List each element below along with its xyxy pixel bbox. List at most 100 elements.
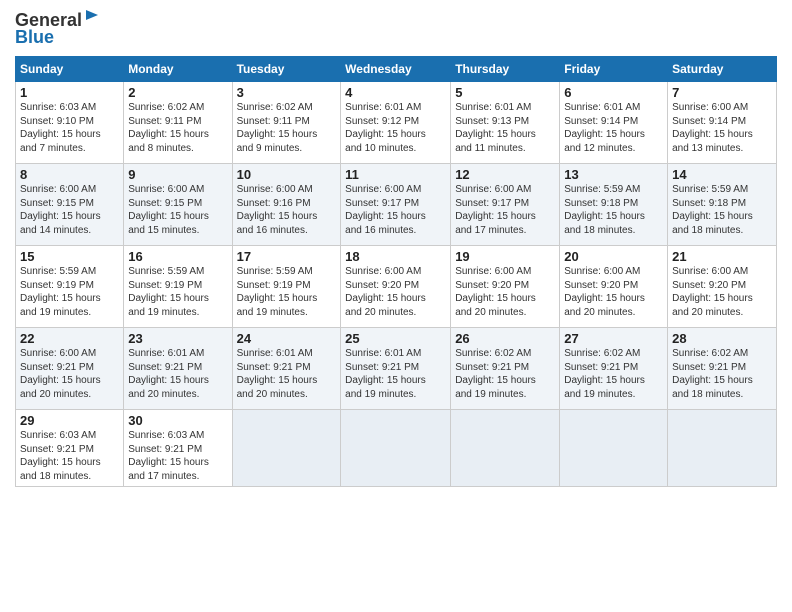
day-number: 28 <box>672 331 772 346</box>
weekday-thursday: Thursday <box>451 57 560 82</box>
day-info: Sunrise: 6:03 AMSunset: 9:21 PMDaylight:… <box>20 429 119 483</box>
weekday-header-row: SundayMondayTuesdayWednesdayThursdayFrid… <box>16 57 777 82</box>
weekday-tuesday: Tuesday <box>232 57 341 82</box>
day-info: Sunrise: 6:01 AMSunset: 9:12 PMDaylight:… <box>345 101 446 155</box>
day-info: Sunrise: 6:00 AMSunset: 9:15 PMDaylight:… <box>20 183 119 237</box>
calendar-cell <box>560 410 668 487</box>
day-info: Sunrise: 6:00 AMSunset: 9:14 PMDaylight:… <box>672 101 772 155</box>
logo: General Blue <box>15 10 100 48</box>
day-number: 2 <box>128 85 227 100</box>
weekday-sunday: Sunday <box>16 57 124 82</box>
calendar-cell: 27Sunrise: 6:02 AMSunset: 9:21 PMDayligh… <box>560 328 668 410</box>
day-info: Sunrise: 6:01 AMSunset: 9:21 PMDaylight:… <box>128 347 227 401</box>
day-number: 15 <box>20 249 119 264</box>
calendar-cell: 18Sunrise: 6:00 AMSunset: 9:20 PMDayligh… <box>341 246 451 328</box>
calendar-cell <box>451 410 560 487</box>
day-info: Sunrise: 6:00 AMSunset: 9:20 PMDaylight:… <box>345 265 446 319</box>
day-number: 8 <box>20 167 119 182</box>
day-number: 11 <box>345 167 446 182</box>
calendar-table: SundayMondayTuesdayWednesdayThursdayFrid… <box>15 56 777 487</box>
day-info: Sunrise: 6:01 AMSunset: 9:21 PMDaylight:… <box>237 347 337 401</box>
day-info: Sunrise: 6:03 AMSunset: 9:21 PMDaylight:… <box>128 429 227 483</box>
day-info: Sunrise: 6:00 AMSunset: 9:21 PMDaylight:… <box>20 347 119 401</box>
calendar-cell: 4Sunrise: 6:01 AMSunset: 9:12 PMDaylight… <box>341 82 451 164</box>
day-number: 10 <box>237 167 337 182</box>
day-number: 18 <box>345 249 446 264</box>
calendar-cell: 28Sunrise: 6:02 AMSunset: 9:21 PMDayligh… <box>668 328 777 410</box>
week-row-2: 8Sunrise: 6:00 AMSunset: 9:15 PMDaylight… <box>16 164 777 246</box>
week-row-3: 15Sunrise: 5:59 AMSunset: 9:19 PMDayligh… <box>16 246 777 328</box>
day-info: Sunrise: 6:00 AMSunset: 9:17 PMDaylight:… <box>455 183 555 237</box>
day-number: 13 <box>564 167 663 182</box>
day-number: 22 <box>20 331 119 346</box>
day-number: 1 <box>20 85 119 100</box>
day-info: Sunrise: 5:59 AMSunset: 9:19 PMDaylight:… <box>20 265 119 319</box>
calendar-cell: 7Sunrise: 6:00 AMSunset: 9:14 PMDaylight… <box>668 82 777 164</box>
day-info: Sunrise: 5:59 AMSunset: 9:18 PMDaylight:… <box>564 183 663 237</box>
day-info: Sunrise: 6:02 AMSunset: 9:21 PMDaylight:… <box>672 347 772 401</box>
day-number: 6 <box>564 85 663 100</box>
calendar-cell: 19Sunrise: 6:00 AMSunset: 9:20 PMDayligh… <box>451 246 560 328</box>
week-row-5: 29Sunrise: 6:03 AMSunset: 9:21 PMDayligh… <box>16 410 777 487</box>
calendar-cell: 1Sunrise: 6:03 AMSunset: 9:10 PMDaylight… <box>16 82 124 164</box>
calendar-cell: 8Sunrise: 6:00 AMSunset: 9:15 PMDaylight… <box>16 164 124 246</box>
calendar-cell: 12Sunrise: 6:00 AMSunset: 9:17 PMDayligh… <box>451 164 560 246</box>
day-number: 3 <box>237 85 337 100</box>
day-info: Sunrise: 6:00 AMSunset: 9:16 PMDaylight:… <box>237 183 337 237</box>
day-info: Sunrise: 6:00 AMSunset: 9:20 PMDaylight:… <box>564 265 663 319</box>
day-info: Sunrise: 6:02 AMSunset: 9:11 PMDaylight:… <box>237 101 337 155</box>
calendar-cell: 9Sunrise: 6:00 AMSunset: 9:15 PMDaylight… <box>124 164 232 246</box>
day-info: Sunrise: 5:59 AMSunset: 9:19 PMDaylight:… <box>128 265 227 319</box>
day-number: 27 <box>564 331 663 346</box>
day-info: Sunrise: 6:03 AMSunset: 9:10 PMDaylight:… <box>20 101 119 155</box>
week-row-1: 1Sunrise: 6:03 AMSunset: 9:10 PMDaylight… <box>16 82 777 164</box>
calendar-header: General Blue <box>15 10 777 48</box>
calendar-cell: 23Sunrise: 6:01 AMSunset: 9:21 PMDayligh… <box>124 328 232 410</box>
day-info: Sunrise: 6:01 AMSunset: 9:21 PMDaylight:… <box>345 347 446 401</box>
calendar-cell: 17Sunrise: 5:59 AMSunset: 9:19 PMDayligh… <box>232 246 341 328</box>
day-number: 23 <box>128 331 227 346</box>
day-info: Sunrise: 6:02 AMSunset: 9:21 PMDaylight:… <box>564 347 663 401</box>
day-info: Sunrise: 5:59 AMSunset: 9:18 PMDaylight:… <box>672 183 772 237</box>
calendar-cell: 2Sunrise: 6:02 AMSunset: 9:11 PMDaylight… <box>124 82 232 164</box>
calendar-cell: 30Sunrise: 6:03 AMSunset: 9:21 PMDayligh… <box>124 410 232 487</box>
weekday-friday: Friday <box>560 57 668 82</box>
calendar-cell: 21Sunrise: 6:00 AMSunset: 9:20 PMDayligh… <box>668 246 777 328</box>
calendar-cell <box>341 410 451 487</box>
calendar-cell: 16Sunrise: 5:59 AMSunset: 9:19 PMDayligh… <box>124 246 232 328</box>
day-number: 19 <box>455 249 555 264</box>
logo-flag-icon <box>84 10 100 26</box>
day-number: 14 <box>672 167 772 182</box>
day-number: 29 <box>20 413 119 428</box>
weekday-monday: Monday <box>124 57 232 82</box>
day-info: Sunrise: 5:59 AMSunset: 9:19 PMDaylight:… <box>237 265 337 319</box>
weekday-saturday: Saturday <box>668 57 777 82</box>
day-info: Sunrise: 6:02 AMSunset: 9:21 PMDaylight:… <box>455 347 555 401</box>
calendar-cell: 6Sunrise: 6:01 AMSunset: 9:14 PMDaylight… <box>560 82 668 164</box>
day-info: Sunrise: 6:00 AMSunset: 9:20 PMDaylight:… <box>672 265 772 319</box>
calendar-page: General Blue SundayMondayTuesdayWednesda… <box>0 0 792 612</box>
day-info: Sunrise: 6:00 AMSunset: 9:20 PMDaylight:… <box>455 265 555 319</box>
calendar-cell: 29Sunrise: 6:03 AMSunset: 9:21 PMDayligh… <box>16 410 124 487</box>
calendar-cell: 20Sunrise: 6:00 AMSunset: 9:20 PMDayligh… <box>560 246 668 328</box>
day-number: 12 <box>455 167 555 182</box>
day-number: 25 <box>345 331 446 346</box>
day-info: Sunrise: 6:01 AMSunset: 9:13 PMDaylight:… <box>455 101 555 155</box>
week-row-4: 22Sunrise: 6:00 AMSunset: 9:21 PMDayligh… <box>16 328 777 410</box>
day-info: Sunrise: 6:00 AMSunset: 9:17 PMDaylight:… <box>345 183 446 237</box>
calendar-cell <box>668 410 777 487</box>
day-number: 9 <box>128 167 227 182</box>
calendar-cell: 3Sunrise: 6:02 AMSunset: 9:11 PMDaylight… <box>232 82 341 164</box>
day-number: 20 <box>564 249 663 264</box>
day-number: 21 <box>672 249 772 264</box>
calendar-cell <box>232 410 341 487</box>
calendar-cell: 15Sunrise: 5:59 AMSunset: 9:19 PMDayligh… <box>16 246 124 328</box>
calendar-cell: 11Sunrise: 6:00 AMSunset: 9:17 PMDayligh… <box>341 164 451 246</box>
weekday-wednesday: Wednesday <box>341 57 451 82</box>
calendar-cell: 13Sunrise: 5:59 AMSunset: 9:18 PMDayligh… <box>560 164 668 246</box>
calendar-cell: 5Sunrise: 6:01 AMSunset: 9:13 PMDaylight… <box>451 82 560 164</box>
day-info: Sunrise: 6:02 AMSunset: 9:11 PMDaylight:… <box>128 101 227 155</box>
day-number: 30 <box>128 413 227 428</box>
calendar-cell: 24Sunrise: 6:01 AMSunset: 9:21 PMDayligh… <box>232 328 341 410</box>
day-number: 4 <box>345 85 446 100</box>
